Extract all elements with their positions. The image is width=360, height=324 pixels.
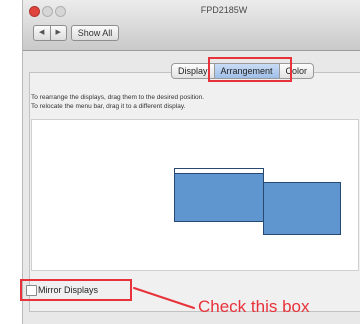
- window-title: FPD2185W: [200, 5, 248, 15]
- menu-bar-handle[interactable]: [175, 169, 263, 174]
- annotation-arrow-icon: [133, 287, 195, 309]
- title-bar: FPD2185W ◀ ▶ Show All: [23, 0, 360, 51]
- arrangement-tab-highlight: [208, 57, 292, 82]
- display-arrangement-area: [31, 119, 359, 271]
- instruction-menu-bar: To relocate the menu bar, drag it to a d…: [31, 103, 186, 110]
- mirror-displays-label: Mirror Displays: [38, 285, 99, 295]
- show-all-button[interactable]: Show All: [71, 25, 119, 41]
- back-forward-control: ◀ ▶: [33, 25, 67, 41]
- main-display[interactable]: [174, 168, 264, 222]
- secondary-display[interactable]: [263, 182, 341, 235]
- instruction-rearrange: To rearrange the displays, drag them to …: [31, 94, 205, 101]
- back-arrow-icon[interactable]: ◀: [34, 26, 50, 40]
- annotation-text: Check this box: [198, 297, 310, 316]
- preferences-window: FPD2185W ◀ ▶ Show All Display Arrangemen…: [22, 0, 360, 324]
- mirror-displays-checkbox[interactable]: [26, 285, 37, 296]
- forward-arrow-icon[interactable]: ▶: [49, 26, 67, 40]
